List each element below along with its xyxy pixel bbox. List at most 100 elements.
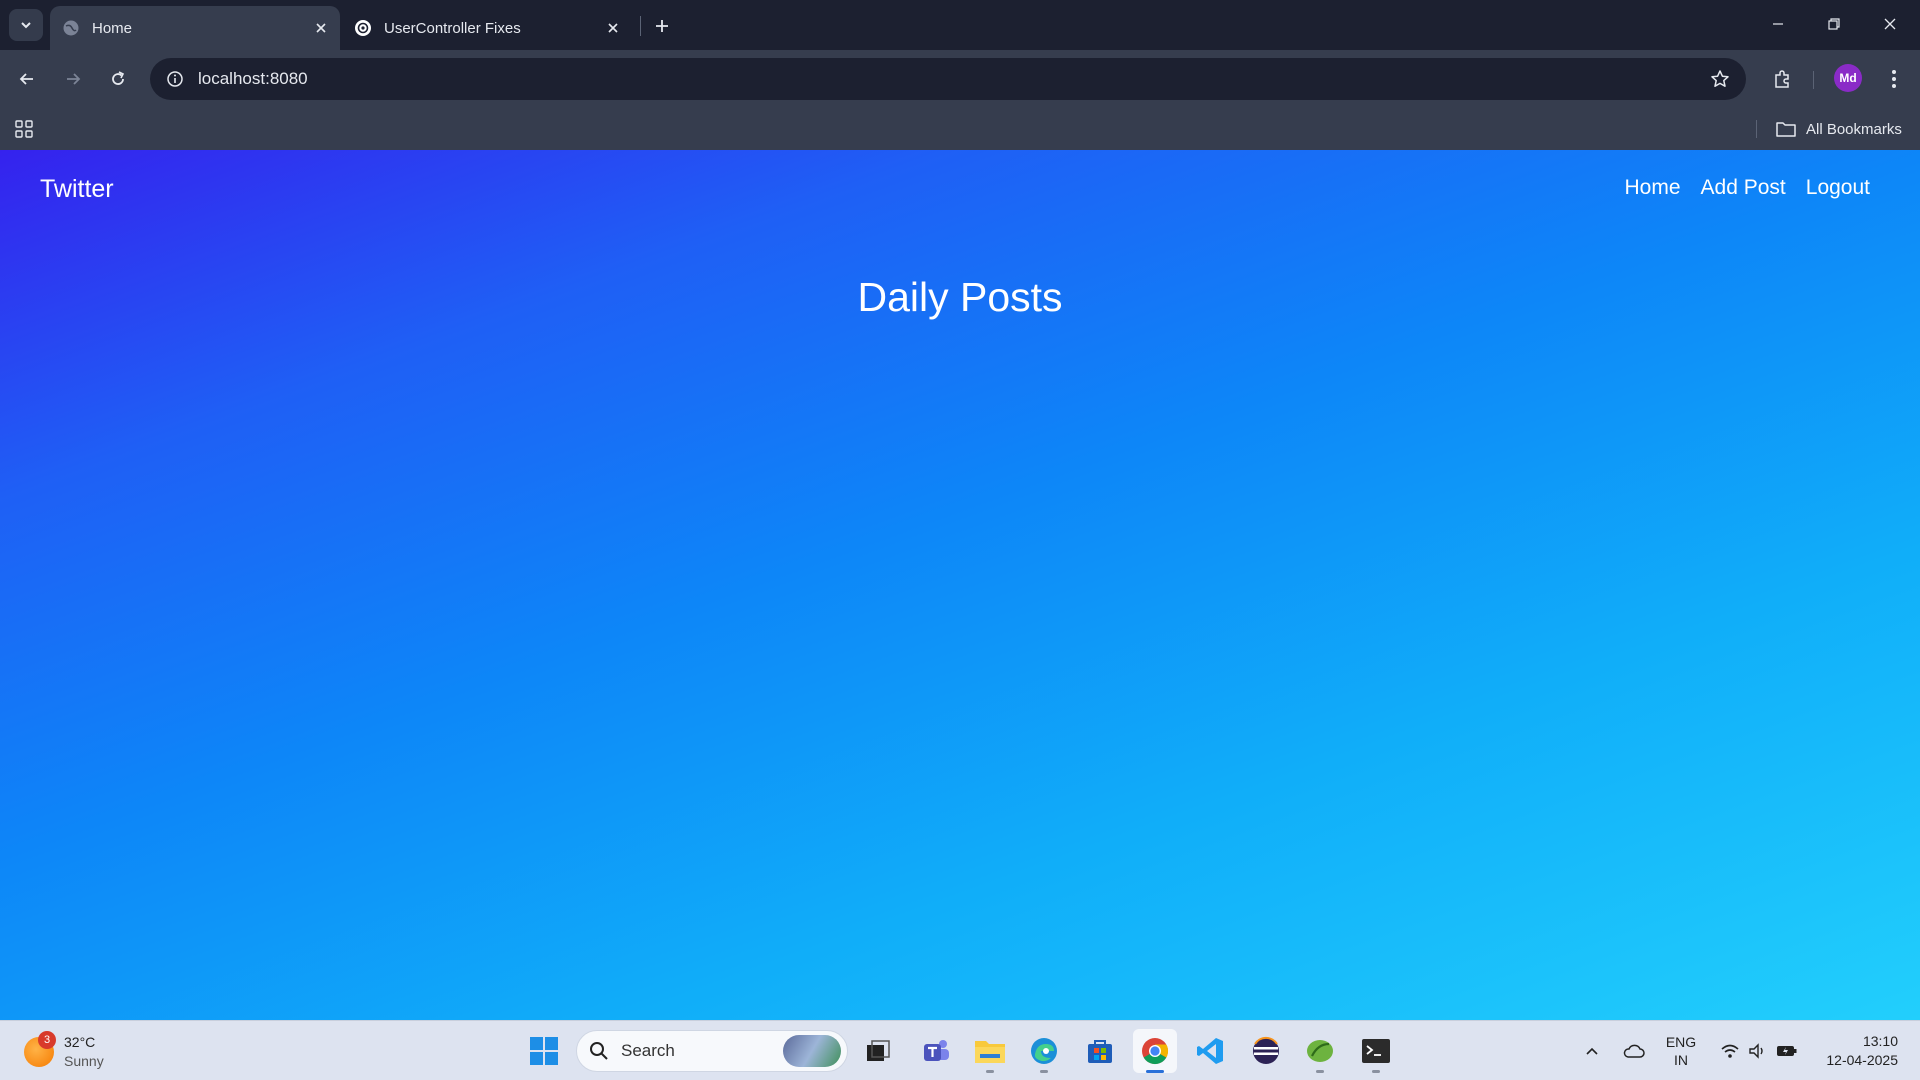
chevron-down-icon [21, 22, 31, 29]
cloud-icon [1623, 1044, 1645, 1058]
search-label: Search [621, 1041, 675, 1060]
windows-logo-icon [530, 1037, 558, 1065]
url-text[interactable]: localhost:8080 [198, 69, 308, 89]
weather-condition: Sunny [64, 1053, 104, 1069]
store-icon [1088, 1040, 1112, 1063]
weather-temp: 32°C [64, 1034, 96, 1050]
puzzle-icon [1775, 70, 1789, 88]
close-icon[interactable] [600, 15, 626, 41]
nav-links: Home Add Post Logout [1625, 176, 1871, 200]
quick-settings[interactable] [1714, 1021, 1804, 1080]
search-icon [589, 1041, 609, 1061]
taskbar-vscode[interactable] [1188, 1029, 1232, 1073]
tab-home[interactable]: Home [50, 6, 340, 50]
sun-icon: 3 [24, 1031, 56, 1067]
start-button[interactable] [522, 1029, 566, 1073]
back-button[interactable] [9, 61, 45, 97]
taskbar-store[interactable] [1078, 1029, 1122, 1073]
taskbar-eclipse[interactable] [1244, 1029, 1288, 1073]
folder-icon [1776, 121, 1796, 137]
nav-add-post-link[interactable]: Add Post [1701, 176, 1786, 200]
more-vertical-icon [1892, 70, 1896, 88]
battery-charging-icon [1777, 1046, 1797, 1056]
arrow-left-icon [19, 73, 33, 85]
site-info-icon[interactable] [162, 66, 188, 92]
taskbar-chrome[interactable] [1133, 1029, 1177, 1073]
input-language[interactable]: ENG IN [1660, 1021, 1702, 1080]
nav-home-link[interactable]: Home [1625, 176, 1681, 200]
bookmarks-bar: All Bookmarks [0, 108, 1920, 150]
browser-menu-button[interactable] [1876, 61, 1912, 97]
browser-tabstrip: Home UserController Fixes [0, 0, 1920, 50]
teams-icon [924, 1040, 949, 1061]
weather-text: 32°C Sunny [64, 1033, 104, 1071]
taskbar-teams[interactable] [914, 1029, 958, 1073]
apps-button[interactable] [10, 115, 38, 143]
restore-icon [1828, 18, 1840, 30]
site-navbar: Twitter Home Add Post Logout [0, 150, 1920, 226]
volume-icon [1749, 1043, 1763, 1059]
nav-logout-link[interactable]: Logout [1806, 176, 1870, 200]
running-indicator [986, 1070, 994, 1073]
taskbar-search[interactable]: Search [576, 1030, 848, 1072]
wifi-icon [1721, 1044, 1739, 1058]
brand-link[interactable]: Twitter [40, 175, 114, 204]
search-highlight-image [783, 1035, 841, 1067]
extensions-button[interactable] [1764, 61, 1800, 97]
close-icon [1884, 18, 1896, 30]
tab-title: UserController Fixes [384, 19, 521, 37]
arrow-right-icon [67, 73, 81, 85]
weather-alert-badge: 3 [38, 1031, 56, 1049]
taskbar: 3 32°C Sunny Search ENG IN 13:10 12-04-2… [0, 1020, 1920, 1080]
minimize-icon [1773, 23, 1783, 25]
plus-icon [656, 20, 668, 32]
toolbar-separator [1813, 71, 1814, 89]
weather-widget[interactable]: 3 32°C Sunny [24, 1030, 104, 1074]
active-indicator [1146, 1070, 1164, 1073]
spring-leaf-icon [1307, 1040, 1333, 1062]
terminal-icon [1362, 1039, 1390, 1063]
clock[interactable]: 13:10 12-04-2025 [1810, 1021, 1898, 1080]
forward-button[interactable] [55, 61, 91, 97]
reload-button[interactable] [100, 61, 136, 97]
profile-avatar[interactable]: Md [1834, 64, 1862, 92]
chrome-icon [1142, 1038, 1169, 1065]
globe-icon [62, 19, 80, 37]
browser-toolbar: localhost:8080 Md [0, 50, 1920, 108]
running-indicator [1040, 1070, 1048, 1073]
taskbar-file-explorer[interactable] [968, 1029, 1012, 1073]
region-code: IN [1674, 1052, 1688, 1068]
tab-title: Home [92, 19, 133, 37]
all-bookmarks-button[interactable]: All Bookmarks [1776, 114, 1902, 144]
window-close-button[interactable] [1862, 0, 1918, 48]
close-icon[interactable] [308, 15, 334, 41]
running-indicator [1372, 1070, 1380, 1073]
onedrive-tray[interactable] [1618, 1021, 1650, 1080]
taskbar-terminal[interactable] [1354, 1029, 1398, 1073]
folder-icon [975, 1041, 1005, 1063]
clock-time: 13:10 [1862, 1033, 1898, 1049]
apps-grid-icon [15, 120, 33, 138]
address-bar[interactable]: localhost:8080 [150, 58, 1746, 100]
eclipse-icon [1253, 1037, 1279, 1064]
minimize-button[interactable] [1750, 0, 1806, 48]
vscode-icon [1197, 1038, 1223, 1064]
reload-icon [112, 71, 125, 85]
chevron-up-icon [1586, 1047, 1598, 1055]
task-view-button[interactable] [856, 1029, 900, 1073]
taskbar-spring-tools[interactable] [1298, 1029, 1342, 1073]
restore-button[interactable] [1806, 0, 1862, 48]
new-tab-button[interactable] [648, 12, 676, 40]
bookmark-star-icon[interactable] [1708, 67, 1732, 91]
task-view-icon [867, 1040, 890, 1061]
chatgpt-icon [354, 19, 372, 37]
tab-usercontroller-fixes[interactable]: UserController Fixes [342, 6, 632, 50]
show-hidden-icons-button[interactable] [1578, 1021, 1606, 1080]
tab-search-button[interactable] [9, 9, 43, 41]
clock-date: 12-04-2025 [1826, 1052, 1898, 1068]
bookmarks-separator [1756, 120, 1757, 138]
all-bookmarks-label: All Bookmarks [1806, 120, 1902, 138]
running-indicator [1316, 1070, 1324, 1073]
edge-icon [1031, 1038, 1057, 1064]
taskbar-edge[interactable] [1022, 1029, 1066, 1073]
